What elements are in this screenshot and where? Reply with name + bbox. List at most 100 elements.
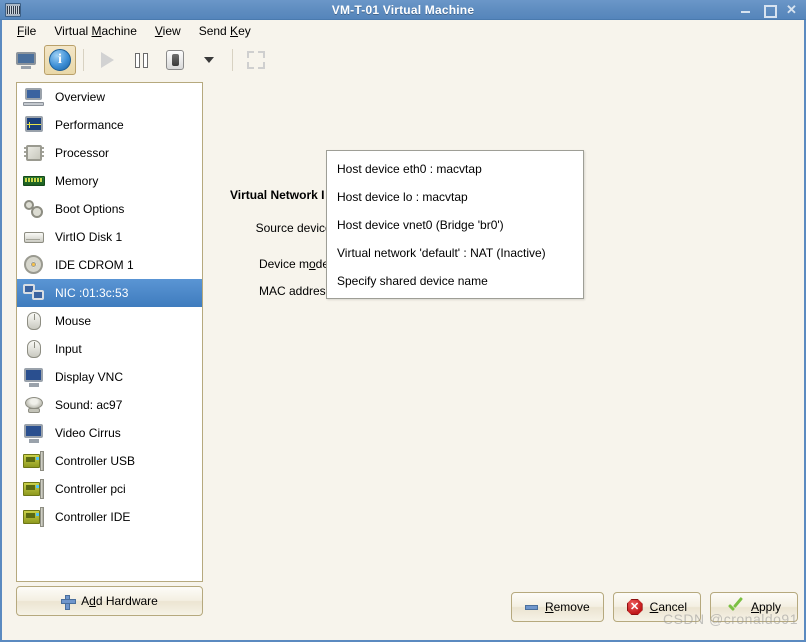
- chevron-down-icon: [204, 57, 214, 63]
- body-area: Overview Performance Processor Memory Bo…: [2, 78, 804, 630]
- sidebar-item-controller-pci[interactable]: Controller pci: [17, 475, 202, 503]
- fullscreen-button[interactable]: [240, 45, 272, 75]
- menu-send-key[interactable]: Send Key: [192, 22, 258, 40]
- shutdown-dropdown-button[interactable]: [193, 45, 225, 75]
- menu-item-specify-shared-device[interactable]: Specify shared device name: [327, 267, 583, 295]
- mouse-icon: [23, 311, 45, 331]
- dialog-buttons: Remove ✕ Cancel Apply: [510, 592, 798, 622]
- show-console-button[interactable]: [10, 45, 42, 75]
- apply-label: Apply: [750, 600, 782, 614]
- toolbar-separator-2: [232, 49, 233, 71]
- minus-icon: [524, 604, 538, 610]
- close-icon[interactable]: ✕: [785, 3, 798, 16]
- apply-button[interactable]: Apply: [710, 592, 798, 622]
- cancel-label: Cancel: [649, 600, 687, 614]
- sidebar-item-nic[interactable]: NIC :01:3c:53: [17, 279, 202, 307]
- pause-icon: [134, 52, 148, 68]
- sidebar-item-input[interactable]: Input: [17, 335, 202, 363]
- sidebar-item-mouse[interactable]: Mouse: [17, 307, 202, 335]
- sidebar-item-ide-cdrom-1[interactable]: IDE CDROM 1: [17, 251, 202, 279]
- performance-icon: [23, 115, 45, 135]
- play-icon: [100, 52, 114, 68]
- add-hardware-label: Add Hardware: [81, 594, 158, 608]
- sidebar-item-label: Boot Options: [55, 202, 125, 216]
- disk-icon: [23, 227, 45, 247]
- sidebar-item-performance[interactable]: Performance: [17, 111, 202, 139]
- sidebar-item-boot-options[interactable]: Boot Options: [17, 195, 202, 223]
- toolbar: i: [2, 42, 804, 78]
- menu-view[interactable]: View: [148, 22, 188, 40]
- cpu-icon: [23, 143, 45, 163]
- sidebar-item-label: Performance: [55, 118, 124, 132]
- memory-icon: [23, 171, 45, 191]
- display-icon: [23, 423, 45, 443]
- nic-icon: [23, 283, 45, 303]
- sidebar-item-controller-usb[interactable]: Controller USB: [17, 447, 202, 475]
- power-icon: [166, 50, 184, 70]
- source-device-label: Source device:: [255, 221, 335, 235]
- sidebar-item-sound[interactable]: Sound: ac97: [17, 391, 202, 419]
- menu-item-host-device-lo[interactable]: Host device lo : macvtap: [327, 183, 583, 211]
- sidebar-item-label: Display VNC: [55, 370, 124, 384]
- show-details-button[interactable]: i: [44, 45, 76, 75]
- sidebar-item-video-cirrus[interactable]: Video Cirrus: [17, 419, 202, 447]
- sidebar-item-label: Sound: ac97: [55, 398, 123, 412]
- titlebar: VM-T-01 Virtual Machine ✕: [0, 0, 806, 20]
- sidebar-item-controller-ide[interactable]: Controller IDE: [17, 503, 202, 531]
- sidebar-item-label: Input: [55, 342, 82, 356]
- display-icon: [23, 367, 45, 387]
- sidebar-item-label: VirtIO Disk 1: [55, 230, 123, 244]
- computer-icon: [23, 87, 45, 107]
- menu-item-host-device-eth0[interactable]: Host device eth0 : macvtap: [327, 155, 583, 183]
- window-title: VM-T-01 Virtual Machine: [331, 2, 475, 17]
- add-hardware-button[interactable]: Add Hardware: [16, 586, 203, 616]
- sidebar-item-label: Mouse: [55, 314, 92, 328]
- sidebar-item-overview[interactable]: Overview: [17, 83, 202, 111]
- sidebar-item-virtio-disk-1[interactable]: VirtIO Disk 1: [17, 223, 202, 251]
- gears-icon: [23, 199, 45, 219]
- sidebar-item-label: Overview: [55, 90, 106, 104]
- check-icon: [727, 599, 744, 615]
- maximize-icon[interactable]: [762, 3, 777, 18]
- minimize-icon[interactable]: [739, 3, 752, 16]
- controller-icon: [23, 451, 45, 471]
- monitor-icon: [16, 51, 36, 69]
- sidebar-item-display-vnc[interactable]: Display VNC: [17, 363, 202, 391]
- sound-icon: [23, 395, 45, 415]
- toolbar-separator: [83, 49, 84, 71]
- window-controls: ✕: [739, 3, 806, 18]
- sidebar-item-label: Video Cirrus: [55, 426, 121, 440]
- hardware-list[interactable]: Overview Performance Processor Memory Bo…: [16, 82, 203, 582]
- controller-icon: [23, 479, 45, 499]
- menu-item-host-device-vnet0[interactable]: Host device vnet0 (Bridge 'br0'): [327, 211, 583, 239]
- sidebar-item-label: Memory: [55, 174, 99, 188]
- sidebar-item-memory[interactable]: Memory: [17, 167, 202, 195]
- plus-icon: [61, 594, 77, 610]
- shutdown-button[interactable]: [159, 45, 191, 75]
- virt-manager-icon: [5, 2, 21, 17]
- menu-file[interactable]: File: [10, 22, 43, 40]
- sidebar-item-label: Controller IDE: [55, 510, 131, 524]
- remove-button[interactable]: Remove: [510, 592, 604, 622]
- cdrom-icon: [23, 255, 45, 275]
- controller-icon: [23, 507, 45, 527]
- mouse-icon: [23, 339, 45, 359]
- remove-label: Remove: [544, 600, 590, 614]
- cancel-icon: ✕: [626, 599, 643, 615]
- fullscreen-icon: [247, 51, 265, 69]
- run-button[interactable]: [91, 45, 123, 75]
- sidebar-item-label: Controller USB: [55, 454, 136, 468]
- sidebar-item-label: NIC :01:3c:53: [55, 286, 129, 300]
- sidebar-item-label: Controller pci: [55, 482, 126, 496]
- mac-address-label: MAC address:: [258, 284, 335, 298]
- menubar: File Virtual Machine View Send Key: [2, 20, 804, 42]
- info-icon: i: [49, 49, 71, 71]
- virt-manager-window: VM-T-01 Virtual Machine ✕ File Virtual M…: [0, 0, 806, 642]
- pause-button[interactable]: [125, 45, 157, 75]
- menu-item-virtual-network-default[interactable]: Virtual network 'default' : NAT (Inactiv…: [327, 239, 583, 267]
- source-device-dropdown-menu[interactable]: Host device eth0 : macvtap Host device l…: [326, 150, 584, 299]
- sidebar-item-label: IDE CDROM 1: [55, 258, 134, 272]
- sidebar-item-processor[interactable]: Processor: [17, 139, 202, 167]
- menu-virtual-machine[interactable]: Virtual Machine: [47, 22, 144, 40]
- cancel-button[interactable]: ✕ Cancel: [612, 592, 701, 622]
